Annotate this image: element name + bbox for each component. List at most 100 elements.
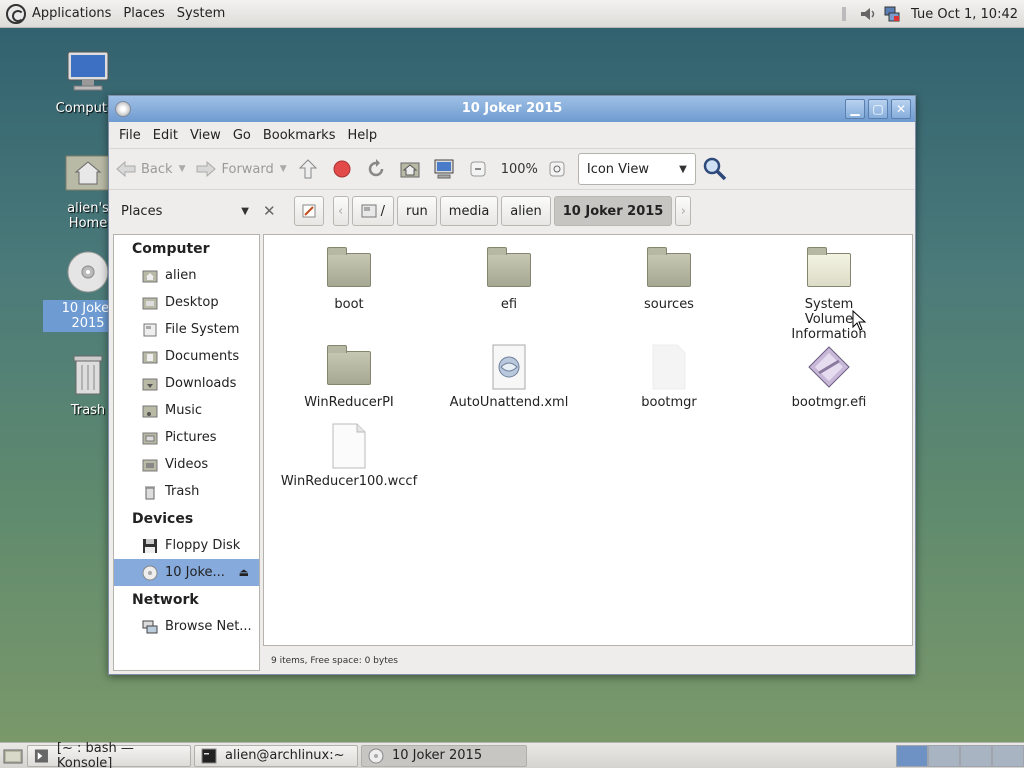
breadcrumb-current[interactable]: 10 Joker 2015 xyxy=(553,196,673,226)
executable-file-icon xyxy=(805,343,853,391)
breadcrumb-run[interactable]: run xyxy=(396,196,437,226)
sidebar-item-alien[interactable]: alien xyxy=(114,262,259,289)
system-menu[interactable]: System xyxy=(171,0,231,28)
file-manager-window: 10 Joker 2015 ▁ ▢ ✕ File Edit View Go Bo… xyxy=(108,95,916,675)
menu-edit[interactable]: Edit xyxy=(147,125,184,146)
music-folder-icon xyxy=(142,405,158,417)
sidebar-item-floppy[interactable]: Floppy Disk xyxy=(114,532,259,559)
breadcrumb-alien[interactable]: alien xyxy=(501,196,551,226)
forward-history-dropdown-icon[interactable]: ▼ xyxy=(280,164,287,174)
file-item-bootmgr-efi[interactable]: bootmgr.efi xyxy=(749,343,909,410)
up-arrow-icon[interactable] xyxy=(297,158,319,180)
home-folder-icon xyxy=(142,270,158,282)
sidebar-item-documents[interactable]: Documents xyxy=(114,343,259,370)
sidebar-item-browse-network[interactable]: Browse Net... xyxy=(114,613,259,640)
applications-menu[interactable]: Applications xyxy=(0,0,117,28)
sidebar-item-desktop[interactable]: Desktop xyxy=(114,289,259,316)
sidebar-item-music[interactable]: Music xyxy=(114,397,259,424)
task-terminal[interactable]: alien@archlinux:~ xyxy=(194,744,358,767)
menu-help[interactable]: Help xyxy=(341,125,383,146)
file-item-autounattend[interactable]: AutoUnattend.xml xyxy=(429,343,589,410)
folder-icon xyxy=(325,343,373,391)
file-item-system-volume-information[interactable]: System Volume Information xyxy=(749,245,909,342)
back-button[interactable]: Back ▼ xyxy=(115,158,185,180)
floppy-disk-icon xyxy=(143,538,157,553)
file-name: bootmgr xyxy=(641,395,697,410)
close-button[interactable]: ✕ xyxy=(891,99,911,119)
forward-button[interactable]: Forward ▼ xyxy=(195,158,287,180)
places-menu[interactable]: Places xyxy=(117,0,170,28)
file-item-efi[interactable]: efi xyxy=(429,245,589,312)
sidebar-item-videos[interactable]: Videos xyxy=(114,451,259,478)
menu-view[interactable]: View xyxy=(184,125,227,146)
bottom-panel: [~ : bash — Konsole] alien@archlinux:~ 1… xyxy=(0,741,1024,768)
system-menu-label: System xyxy=(176,6,226,21)
search-icon[interactable] xyxy=(702,156,728,182)
trash-icon xyxy=(145,485,155,499)
close-side-pane-icon[interactable]: ✕ xyxy=(263,202,276,220)
back-history-dropdown-icon[interactable]: ▼ xyxy=(179,164,186,174)
window-titlebar[interactable]: 10 Joker 2015 ▁ ▢ ✕ xyxy=(109,96,915,122)
breadcrumb-label: media xyxy=(448,203,490,219)
file-item-bootmgr[interactable]: bootmgr xyxy=(589,343,749,410)
task-label: [~ : bash — Konsole] xyxy=(56,740,134,768)
sidebar-item-label: Pictures xyxy=(165,430,217,445)
status-bar: 9 items, Free space: 0 bytes xyxy=(271,656,398,666)
zoom-in-icon[interactable] xyxy=(546,158,568,180)
file-item-winreducerpi[interactable]: WinReducerPI xyxy=(269,343,429,410)
sidebar-item-cd[interactable]: 10 Joke... ⏏ xyxy=(114,559,259,586)
view-mode-value: Icon View xyxy=(586,161,650,177)
breadcrumb-root[interactable]: / xyxy=(351,196,394,226)
file-item-sources[interactable]: sources xyxy=(589,245,749,312)
menu-file[interactable]: File xyxy=(113,125,147,146)
sidebar-item-trash[interactable]: Trash xyxy=(114,478,259,505)
sidebar-item-downloads[interactable]: Downloads xyxy=(114,370,259,397)
show-desktop-icon[interactable] xyxy=(3,746,23,766)
top-panel: Applications Places System Tue Oct 1, 10… xyxy=(0,0,1024,28)
breadcrumb-scroll-right[interactable]: › xyxy=(675,196,692,226)
volume-icon[interactable] xyxy=(859,5,877,23)
document-file-icon xyxy=(325,422,373,470)
network-icon[interactable] xyxy=(883,5,901,23)
clock[interactable]: Tue Oct 1, 10:42 xyxy=(911,7,1018,22)
home-folder-icon xyxy=(64,148,112,196)
cd-icon xyxy=(368,748,384,763)
side-pane-select[interactable]: Places ▼ xyxy=(115,204,255,219)
file-name: bootmgr.efi xyxy=(791,395,867,410)
folder-icon xyxy=(645,245,693,293)
view-mode-select[interactable]: Icon View ▼ xyxy=(577,153,696,185)
toggle-location-entry-button[interactable] xyxy=(293,196,324,226)
workspace-1[interactable] xyxy=(896,745,928,767)
chevron-down-icon: ▼ xyxy=(679,163,687,175)
home-icon[interactable] xyxy=(399,158,421,180)
window-controls: ▁ ▢ ✕ xyxy=(845,99,911,119)
task-konsole[interactable]: [~ : bash — Konsole] xyxy=(27,741,191,768)
minimize-button[interactable]: ▁ xyxy=(845,99,865,119)
stop-icon[interactable] xyxy=(331,158,353,180)
task-label: alien@archlinux:~ xyxy=(225,748,345,763)
zoom-out-icon[interactable] xyxy=(467,158,489,180)
file-item-boot[interactable]: boot xyxy=(269,245,429,312)
workspace-2[interactable] xyxy=(928,745,960,767)
workspace-4[interactable] xyxy=(992,745,1024,767)
window-title: 10 Joker 2015 xyxy=(461,101,563,116)
sidebar-item-label: Trash xyxy=(165,484,200,499)
eject-icon[interactable]: ⏏ xyxy=(239,566,249,579)
sidebar-item-pictures[interactable]: Pictures xyxy=(114,424,259,451)
file-item-winreducer100[interactable]: WinReducer100.wccf xyxy=(269,422,429,489)
places-sidebar: Computer alien Desktop File System Docum… xyxy=(113,234,260,671)
maximize-button[interactable]: ▢ xyxy=(868,99,888,119)
workspace-3[interactable] xyxy=(960,745,992,767)
task-file-manager[interactable]: 10 Joker 2015 xyxy=(361,744,527,767)
computer-icon[interactable] xyxy=(433,158,455,180)
file-icon-view[interactable]: boot efi sources System Volume Informati… xyxy=(263,234,913,646)
breadcrumb-media[interactable]: media xyxy=(439,196,499,226)
sidebar-item-file-system[interactable]: File System xyxy=(114,316,259,343)
file-name: boot xyxy=(334,297,364,312)
sidebar-header-devices: Devices xyxy=(132,511,194,527)
menu-bookmarks[interactable]: Bookmarks xyxy=(257,125,342,146)
mouse-pointer-icon xyxy=(852,310,867,331)
menu-go[interactable]: Go xyxy=(227,125,257,146)
reload-icon[interactable] xyxy=(365,158,387,180)
breadcrumb-scroll-left[interactable]: ‹ xyxy=(332,196,349,226)
